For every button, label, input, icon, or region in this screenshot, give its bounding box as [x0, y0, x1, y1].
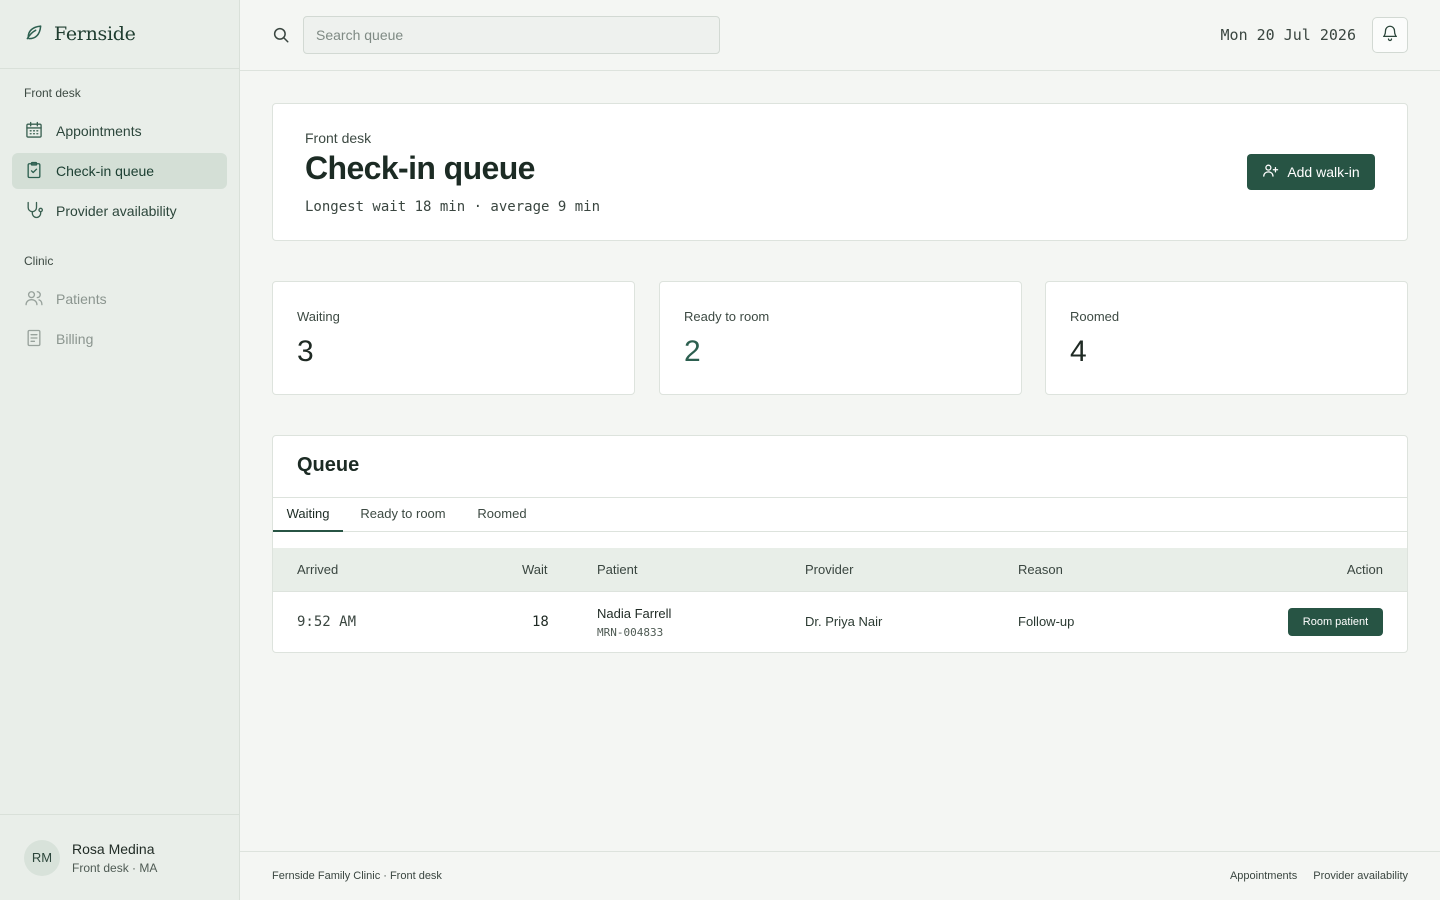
- sidebar-item-appointments[interactable]: Appointments: [12, 113, 227, 149]
- stat-card-roomed: Roomed 4: [1045, 281, 1408, 395]
- stat-value: 4: [1070, 335, 1087, 368]
- avatar: RM: [24, 839, 60, 876]
- column-header-patient[interactable]: Patient: [597, 562, 637, 577]
- column-header-wait[interactable]: Wait: [522, 562, 548, 577]
- sidebar-item-patients[interactable]: Patients: [12, 281, 227, 317]
- column-header-reason[interactable]: Reason: [1018, 562, 1063, 577]
- sidebar-item-label: Appointments: [56, 123, 142, 139]
- users-icon: [24, 288, 44, 311]
- bell-icon: [1381, 24, 1399, 47]
- brand[interactable]: Fernside: [0, 0, 239, 69]
- nav-section-front-desk: Front desk: [24, 86, 81, 100]
- queue-title: Queue: [297, 454, 360, 476]
- footer-clinic-name: Fernside Family Clinic · Front desk: [272, 870, 442, 882]
- footer-link-appointments[interactable]: Appointments: [1230, 870, 1297, 882]
- footer-link-provider-availability[interactable]: Provider availability: [1313, 870, 1408, 882]
- notifications-button[interactable]: [1372, 17, 1408, 53]
- brand-name: Fernside: [54, 23, 136, 45]
- stat-value: 2: [684, 335, 701, 368]
- page-header-card: Front desk Check-in queue Longest wait 1…: [272, 103, 1408, 241]
- queue-tabs: Waiting Ready to room Roomed: [273, 497, 1407, 532]
- column-header-arrived[interactable]: Arrived: [297, 562, 338, 577]
- topbar: Mon 20 Jul 2026: [240, 0, 1440, 71]
- stat-label: Waiting: [297, 309, 340, 324]
- calendar-icon: [24, 120, 44, 143]
- stethoscope-icon: [24, 200, 44, 223]
- footer-links: Appointments Provider availability: [1230, 870, 1408, 882]
- stat-card-waiting: Waiting 3: [272, 281, 635, 395]
- sidebar-item-label: Check-in queue: [56, 163, 155, 179]
- tab-waiting[interactable]: Waiting: [273, 498, 343, 532]
- user-name: Rosa Medina: [72, 840, 155, 857]
- wait-minutes: 18: [532, 614, 549, 630]
- sidebar-item-billing[interactable]: Billing: [12, 321, 227, 357]
- sidebar-item-label: Patients: [56, 291, 107, 307]
- column-header-action: Action: [1346, 562, 1383, 577]
- add-walk-in-button[interactable]: Add walk-in: [1247, 154, 1375, 190]
- tab-roomed[interactable]: Roomed: [469, 498, 535, 532]
- search-icon: [272, 26, 290, 49]
- sidebar-item-provider-availability[interactable]: Provider availability: [12, 193, 227, 229]
- breadcrumb: Front desk: [305, 130, 372, 146]
- patient-mrn: MRN-004833: [597, 626, 664, 639]
- tab-ready-to-room[interactable]: Ready to room: [353, 498, 453, 532]
- sidebar-item-label: Provider availability: [56, 203, 177, 219]
- search-input[interactable]: [303, 16, 720, 54]
- stat-value: 3: [297, 335, 314, 368]
- visit-reason: Follow-up: [1018, 614, 1075, 629]
- leaf-logo-icon: [24, 22, 44, 47]
- sidebar-item-label: Billing: [56, 331, 94, 347]
- wait-summary: Longest wait 18 min · average 9 min: [305, 199, 601, 215]
- footer: Fernside Family Clinic · Front desk Appo…: [240, 851, 1440, 900]
- page-title: Check-in queue: [305, 150, 535, 186]
- stat-label: Ready to room: [684, 309, 770, 324]
- add-walk-in-label: Add walk-in: [1287, 164, 1360, 180]
- stat-card-ready-to-room: Ready to room 2: [659, 281, 1022, 395]
- clipboard-check-icon: [24, 160, 44, 183]
- stat-label: Roomed: [1070, 309, 1120, 324]
- provider-name: Dr. Priya Nair: [805, 614, 883, 629]
- nav-section-clinic: Clinic: [24, 254, 54, 268]
- receipt-icon: [24, 328, 44, 351]
- user-plus-icon: [1262, 162, 1279, 182]
- patient-name[interactable]: Nadia Farrell: [597, 606, 671, 621]
- room-patient-button[interactable]: Room patient: [1288, 608, 1383, 636]
- sidebar: Fernside Front desk Appointments Check-i…: [0, 0, 240, 900]
- table-row[interactable]: 9:52 AM 18 Nadia Farrell MRN-004833 Dr. …: [273, 592, 1407, 652]
- sidebar-item-check-in-queue[interactable]: Check-in queue: [12, 153, 227, 189]
- column-header-provider[interactable]: Provider: [805, 562, 853, 577]
- queue-card: Queue Waiting Ready to room Roomed Arriv…: [272, 435, 1408, 653]
- arrived-time: 9:52 AM: [297, 614, 357, 630]
- user-profile[interactable]: RM Rosa Medina Front desk · MA: [0, 814, 239, 900]
- table-header: Arrived Wait Patient Provider Reason Act…: [273, 548, 1407, 592]
- user-role: Front desk · MA: [72, 860, 158, 875]
- current-date: Mon 20 Jul 2026: [1220, 26, 1356, 44]
